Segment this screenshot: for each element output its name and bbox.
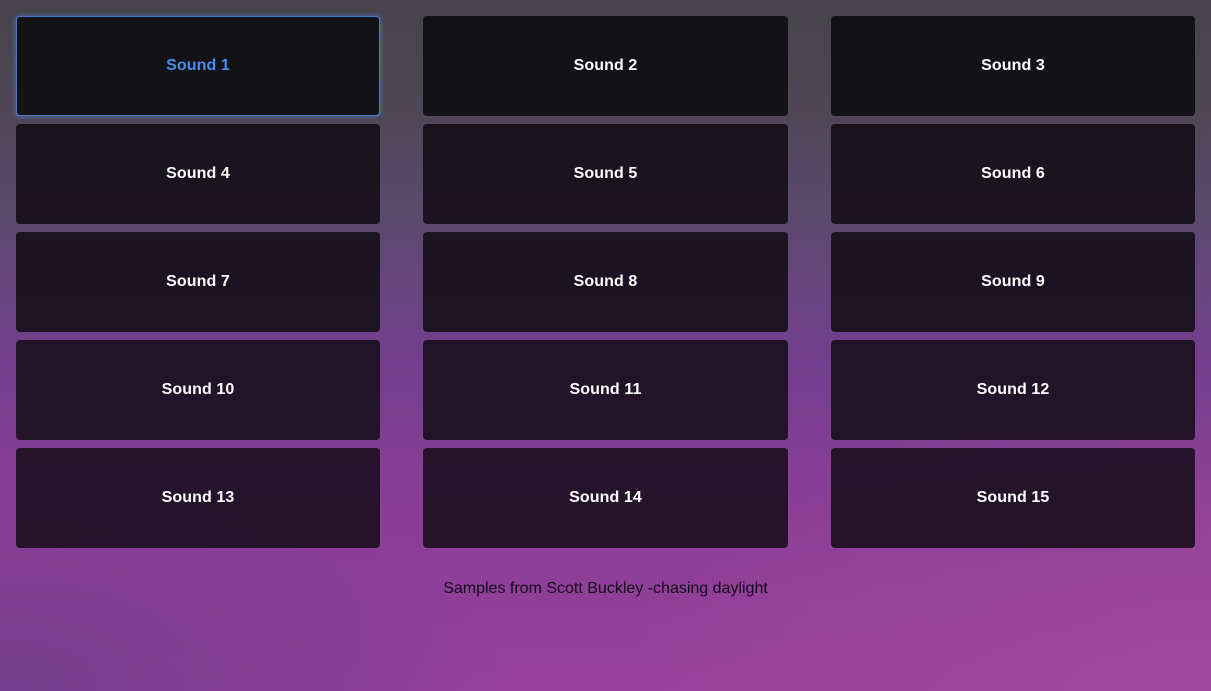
sound-pad-10[interactable]: Sound 10	[16, 340, 380, 440]
sound-pad-14[interactable]: Sound 14	[423, 448, 788, 548]
sound-pad-label: Sound 6	[981, 165, 1045, 182]
sound-pad-label: Sound 8	[573, 273, 638, 290]
sound-pad-5[interactable]: Sound 5	[423, 124, 788, 224]
sound-pad-8[interactable]: Sound 8	[423, 232, 788, 332]
sound-pad-7[interactable]: Sound 7	[16, 232, 380, 332]
sound-pad-label: Sound 13	[161, 489, 235, 506]
sound-pad-6[interactable]: Sound 6	[831, 124, 1195, 224]
sound-pad-label: Sound 2	[573, 57, 638, 74]
credit-text: Samples from Scott Buckley -chasing dayl…	[443, 580, 768, 597]
sound-pad-9[interactable]: Sound 9	[831, 232, 1195, 332]
sound-pad-4[interactable]: Sound 4	[16, 124, 380, 224]
sound-pad-label: Sound 4	[166, 165, 230, 182]
sound-pad-label: Sound 3	[981, 57, 1045, 74]
sound-pad-15[interactable]: Sound 15	[831, 448, 1195, 548]
sound-pad-label: Sound 5	[573, 165, 638, 182]
sound-pad-label: Sound 12	[976, 381, 1050, 398]
sound-pad-label: Sound 11	[569, 381, 642, 398]
sound-pad-2[interactable]: Sound 2	[423, 16, 788, 116]
sound-pad-grid: Sound 1 Sound 2 Sound 3 Sound 4 Sound 5 …	[16, 16, 1195, 548]
sound-pad-label: Sound 7	[166, 273, 230, 290]
sound-pad-label: Sound 10	[161, 381, 235, 398]
sound-pad-13[interactable]: Sound 13	[16, 448, 380, 548]
sound-pad-11[interactable]: Sound 11	[423, 340, 788, 440]
sound-pad-label: Sound 1	[166, 57, 230, 74]
sound-pad-1[interactable]: Sound 1	[16, 16, 380, 116]
sound-pad-3[interactable]: Sound 3	[831, 16, 1195, 116]
sound-pad-12[interactable]: Sound 12	[831, 340, 1195, 440]
sound-pad-label: Sound 9	[981, 273, 1045, 290]
sound-pad-label: Sound 14	[569, 489, 642, 506]
sound-pad-label: Sound 15	[976, 489, 1050, 506]
